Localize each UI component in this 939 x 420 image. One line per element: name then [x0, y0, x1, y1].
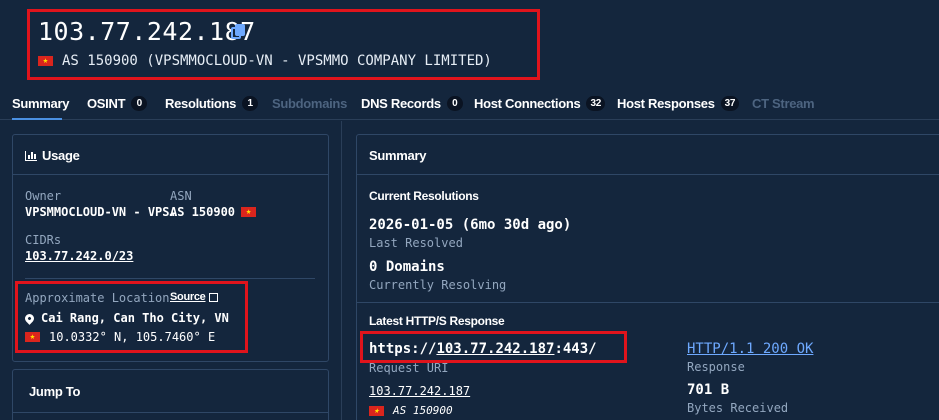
last-resolved-value: 2026-01-05 (6mo 30d ago): [369, 217, 572, 233]
tab-dns-records[interactable]: DNS Records 0: [361, 96, 463, 111]
asn-label: ASN: [170, 189, 192, 203]
domains-label: Currently Resolving: [369, 278, 507, 292]
divider: [13, 412, 328, 413]
page-header: 103.77.242.187 AS 150900 (VPSMMOCLOUD-VN…: [0, 0, 939, 90]
tab-ct-stream: CT Stream: [752, 96, 815, 111]
vietnam-flag-icon: [369, 403, 384, 419]
as-description: AS 150900 (VPSMMOCLOUD-VN - VPSMMO COMPA…: [62, 53, 492, 69]
summary-title: Summary: [369, 148, 427, 163]
location-coords: 10.0332° N, 105.7460° E: [25, 329, 215, 345]
tab-resolutions[interactable]: Resolutions 1: [165, 96, 259, 111]
summary-card: [356, 134, 939, 420]
asn-value[interactable]: AS 150900: [170, 204, 257, 220]
vietnam-flag-icon: [38, 53, 53, 69]
request-uri[interactable]: https://103.77.242.187:443/: [369, 341, 597, 357]
tab-bar: Summary OSINT 0 Resolutions 1 Subdomains D…: [0, 92, 939, 120]
external-link-icon: [208, 292, 218, 302]
ip-title: 103.77.242.187: [38, 17, 256, 46]
map-pin-icon: [23, 311, 36, 325]
tab-host-responses[interactable]: Host Responses 37: [617, 96, 740, 111]
source-link[interactable]: Source: [170, 291, 218, 303]
bytes-label: Bytes Received: [687, 401, 789, 415]
owner-label: Owner: [25, 189, 62, 203]
domains-value[interactable]: 0 Domains: [369, 259, 445, 275]
latest-response-title: Latest HTTP/S Response: [369, 314, 505, 328]
as-line: AS 150900 (VPSMMOCLOUD-VN - VPSMMO COMPA…: [38, 53, 492, 69]
divider: [357, 302, 939, 303]
copy-icon[interactable]: [231, 24, 245, 40]
response-status[interactable]: HTTP/1.1 200 OK: [687, 341, 813, 357]
response-label: Response: [687, 360, 745, 374]
jump-to-card: Jump To: [12, 369, 329, 420]
tab-osint[interactable]: OSINT 0: [87, 96, 148, 111]
current-resolutions-title: Current Resolutions: [369, 189, 479, 203]
bytes-value: 701 B: [687, 382, 730, 398]
location-city: Cai Rang, Can Tho City, VN: [23, 311, 229, 325]
location-label: Approximate Location: [25, 291, 170, 305]
tab-host-connections[interactable]: Host Connections 32: [474, 96, 605, 111]
vietnam-flag-icon: [241, 204, 257, 220]
owner-value[interactable]: VPSMMOCLOUD-VN - VPS…: [25, 205, 177, 219]
active-tab-indicator: [12, 118, 62, 120]
vietnam-flag-icon: [25, 329, 40, 345]
request-uri-label: Request URI: [369, 361, 449, 375]
cidr-link[interactable]: 103.77.242.0/23: [25, 249, 133, 263]
usage-card: Usage: [12, 134, 329, 362]
divider: [357, 174, 939, 175]
usage-card-header: Usage: [13, 135, 328, 175]
divider: [25, 278, 315, 279]
host-as: AS 150900: [369, 403, 453, 419]
tab-subdomains: Subdomains: [272, 96, 348, 111]
host-ip-link[interactable]: 103.77.242.187: [369, 384, 470, 398]
bar-chart-icon: [25, 150, 37, 161]
jump-to-title: Jump To: [29, 384, 81, 399]
last-resolved-label: Last Resolved: [369, 236, 463, 250]
cidrs-label: CIDRs: [25, 233, 62, 247]
usage-title: Usage: [25, 148, 80, 163]
tab-summary[interactable]: Summary: [12, 96, 69, 111]
